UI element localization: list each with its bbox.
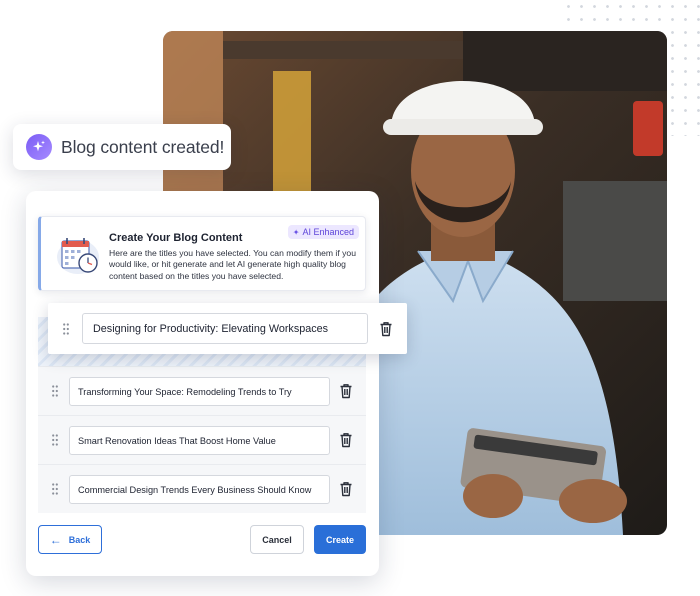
title-row: Transforming Your Space: Remodeling Tren… [38, 366, 366, 415]
trash-icon[interactable] [339, 432, 353, 448]
calendar-clock-illustration [56, 233, 100, 275]
dragging-title-row[interactable]: Designing for Productivity: Elevating Wo… [48, 303, 407, 354]
drag-handle-icon[interactable] [52, 385, 58, 397]
success-toast: Blog content created! [13, 124, 231, 170]
badge-label: AI Enhanced [302, 227, 354, 237]
ai-enhanced-badge: ✦ AI Enhanced [287, 225, 359, 239]
trash-icon[interactable] [339, 481, 353, 497]
back-label: Back [68, 534, 91, 545]
drag-handle-icon[interactable] [63, 323, 69, 335]
title-input[interactable]: Smart Renovation Ideas That Boost Home V… [69, 426, 330, 455]
trash-icon[interactable] [339, 383, 353, 399]
title-input[interactable]: Commercial Design Trends Every Business … [69, 475, 330, 504]
sparkle-icon: ✦ [292, 227, 300, 237]
trash-icon[interactable] [379, 321, 393, 337]
info-title: Create Your Blog Content [109, 232, 243, 244]
title-row: Smart Renovation Ideas That Boost Home V… [38, 415, 366, 464]
cancel-button[interactable]: Cancel [250, 525, 304, 554]
toast-message: Blog content created! [61, 136, 225, 157]
title-row: Commercial Design Trends Every Business … [38, 464, 366, 513]
drag-handle-icon[interactable] [52, 483, 58, 495]
blog-content-card: Create Your Blog Content ✦ AI Enhanced H… [26, 191, 379, 576]
drag-handle-icon[interactable] [52, 434, 58, 446]
title-input[interactable]: Designing for Productivity: Elevating Wo… [82, 313, 368, 344]
create-button[interactable]: Create [314, 525, 366, 554]
info-panel: Create Your Blog Content ✦ AI Enhanced H… [38, 216, 366, 291]
sparkle-icon [26, 134, 52, 160]
back-button[interactable]: ← Back [38, 525, 102, 554]
arrow-left-icon: ← [49, 532, 62, 547]
info-description: Here are the titles you have selected. Y… [109, 248, 356, 281]
title-input[interactable]: Transforming Your Space: Remodeling Tren… [69, 377, 330, 406]
